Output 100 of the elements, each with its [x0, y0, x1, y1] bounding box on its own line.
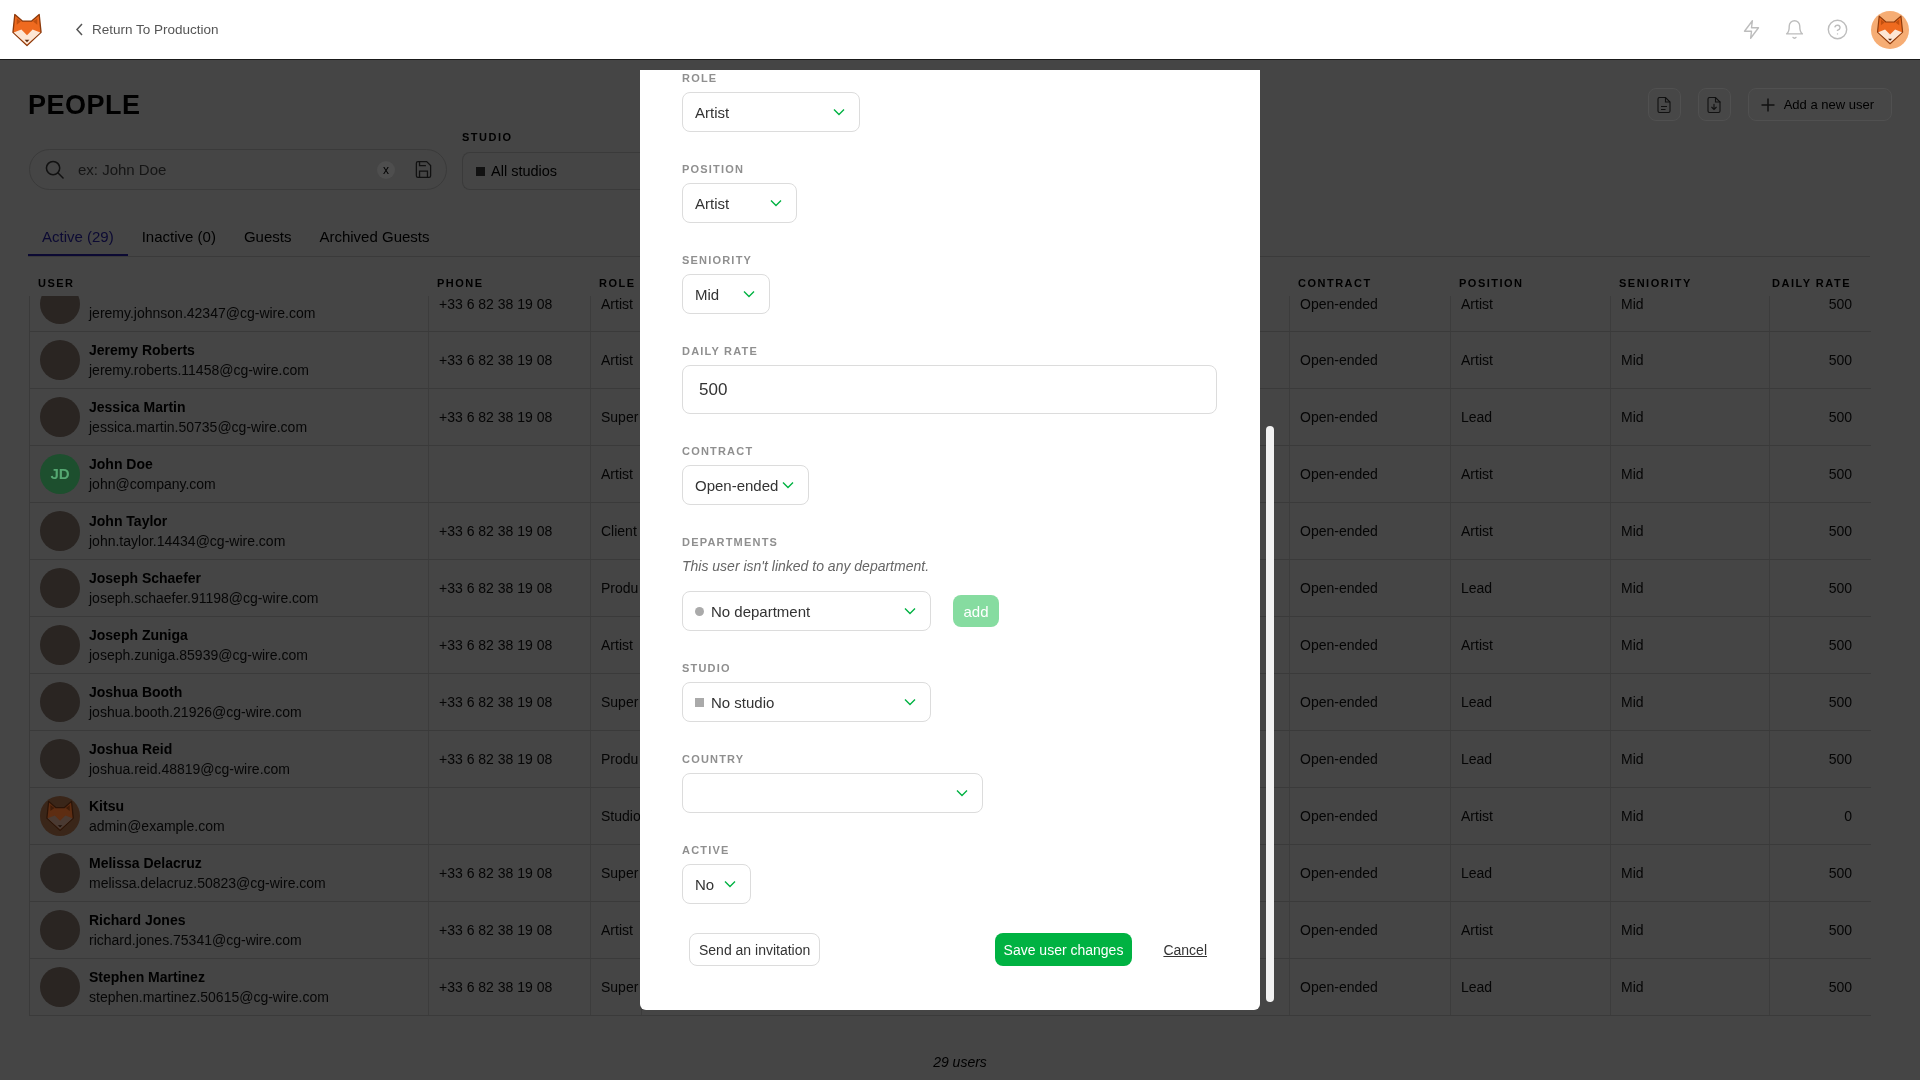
save-icon[interactable] — [414, 160, 433, 179]
dropdown[interactable]: Artist — [682, 92, 860, 132]
daily-rate: 500 — [1828, 694, 1852, 710]
seniority-level: Mid — [1621, 523, 1644, 539]
role-name: Produ — [601, 751, 639, 767]
file-icon — [1655, 95, 1674, 114]
back-link[interactable]: Return To Production — [76, 20, 219, 39]
square-icon — [695, 697, 704, 707]
user-count: 29 users — [933, 1054, 987, 1070]
user-email: john@company.com — [89, 475, 216, 494]
user-email: joshua.reid.48819@cg-wire.com — [89, 760, 290, 779]
role-name: Produ — [601, 580, 639, 596]
import-csv-button[interactable] — [1647, 88, 1681, 121]
dot-icon — [695, 606, 704, 616]
lightning-icon[interactable] — [1741, 19, 1762, 40]
user-email: joshua.booth.21926@cg-wire.com — [89, 703, 302, 722]
phone-number: +33 6 82 38 19 08 — [439, 296, 553, 312]
position-name: Lead — [1461, 865, 1493, 881]
search-icon — [45, 160, 64, 179]
role-name: Artist — [601, 466, 633, 482]
scrollbar-thumb[interactable] — [1266, 426, 1274, 1002]
user-email: jessica.martin.50735@cg-wire.com — [89, 418, 308, 437]
plus-icon — [1760, 97, 1775, 112]
initials-avatar: JD — [40, 454, 80, 494]
chevron-down-icon — [724, 880, 736, 888]
user-avatar — [40, 967, 80, 1007]
position-name: Lead — [1461, 409, 1493, 425]
dropdown[interactable]: No studio — [682, 682, 931, 722]
column-header: ROLE — [599, 276, 636, 290]
daily-rate: 500 — [1828, 352, 1852, 368]
phone-number: +33 6 82 38 19 08 — [439, 865, 553, 881]
position-name: Artist — [1461, 523, 1493, 539]
cancel-link[interactable]: Cancel — [1163, 941, 1207, 958]
field-label: ACTIVE — [682, 843, 730, 857]
seniority-level: Mid — [1621, 865, 1644, 881]
fox-avatar-icon[interactable] — [1871, 10, 1909, 49]
role-name: Super — [601, 979, 639, 995]
column-header: USER — [38, 276, 75, 290]
position-name: Lead — [1461, 979, 1493, 995]
user-email: joseph.schaefer.91198@cg-wire.com — [89, 589, 319, 608]
role-name: Super — [601, 694, 639, 710]
dropdown[interactable]: No — [682, 864, 751, 904]
column-header: CONTRACT — [1298, 276, 1372, 290]
daily-rate: 500 — [1828, 296, 1852, 312]
phone-number: +33 6 82 38 19 08 — [439, 523, 553, 539]
user-email: joseph.zuniga.85939@cg-wire.com — [89, 646, 308, 665]
role-name: Artist — [601, 296, 633, 312]
chevron-down-icon — [833, 108, 845, 116]
dropdown[interactable]: Open-ended — [682, 465, 809, 505]
position-name: Lead — [1461, 694, 1493, 710]
chevron-down-icon — [904, 607, 916, 615]
chevron-down-icon — [770, 199, 782, 207]
position-name: Artist — [1461, 296, 1493, 312]
field-label: POSITION — [682, 162, 745, 176]
position-name: Artist — [1461, 352, 1493, 368]
user-email: jeremy.johnson.42347@cg-wire.com — [89, 304, 316, 323]
dropdown[interactable]: No department — [682, 591, 931, 631]
contract-type: Open-ended — [1300, 808, 1378, 824]
dropdown[interactable] — [682, 773, 983, 813]
daily-rate: 500 — [1828, 466, 1852, 482]
phone-number: +33 6 82 38 19 08 — [439, 409, 553, 425]
user-avatar — [40, 568, 80, 608]
dropdown[interactable]: Artist — [682, 183, 797, 223]
chevron-left-icon — [76, 23, 83, 36]
position-name: Artist — [1461, 808, 1493, 824]
phone-number: +33 6 82 38 19 08 — [439, 979, 553, 995]
dropdown[interactable]: Mid — [682, 274, 770, 314]
daily-rate: 500 — [1828, 580, 1852, 596]
contract-type: Open-ended — [1300, 523, 1378, 539]
daily-rate: 0 — [1844, 808, 1852, 824]
user-name: John Doe — [89, 455, 153, 474]
text-input[interactable]: 500 — [682, 365, 1217, 414]
fox-logo-icon[interactable] — [12, 12, 42, 47]
contract-type: Open-ended — [1300, 694, 1378, 710]
role-name: Artist — [601, 922, 633, 938]
user-avatar — [40, 397, 80, 437]
send-invitation-button[interactable]: Send an invitation — [689, 933, 821, 966]
export-button[interactable] — [1697, 88, 1731, 121]
contract-type: Open-ended — [1300, 637, 1378, 653]
seniority-level: Mid — [1621, 637, 1644, 653]
help-icon[interactable] — [1827, 19, 1848, 40]
bell-icon[interactable] — [1784, 19, 1805, 40]
seniority-level: Mid — [1621, 694, 1644, 710]
phone-number: +33 6 82 38 19 08 — [439, 637, 553, 653]
role-name: Client — [601, 523, 637, 539]
phone-number: +33 6 82 38 19 08 — [439, 922, 553, 938]
user-name: Joseph Schaefer — [89, 569, 202, 588]
contract-type: Open-ended — [1300, 979, 1378, 995]
user-avatar — [40, 625, 80, 665]
contract-type: Open-ended — [1300, 296, 1378, 312]
user-email: melissa.delacruz.50823@cg-wire.com — [89, 874, 326, 893]
user-name: John Taylor — [89, 512, 168, 531]
user-name: Jeremy Roberts — [89, 341, 195, 360]
user-email: john.taylor.14434@cg-wire.com — [89, 532, 286, 551]
phone-number: +33 6 82 38 19 08 — [439, 751, 553, 767]
page-title: PEOPLE — [28, 88, 141, 121]
user-avatar — [40, 682, 80, 722]
chevron-down-icon — [904, 698, 916, 706]
contract-type: Open-ended — [1300, 922, 1378, 938]
user-name: Joshua Reid — [89, 740, 173, 759]
